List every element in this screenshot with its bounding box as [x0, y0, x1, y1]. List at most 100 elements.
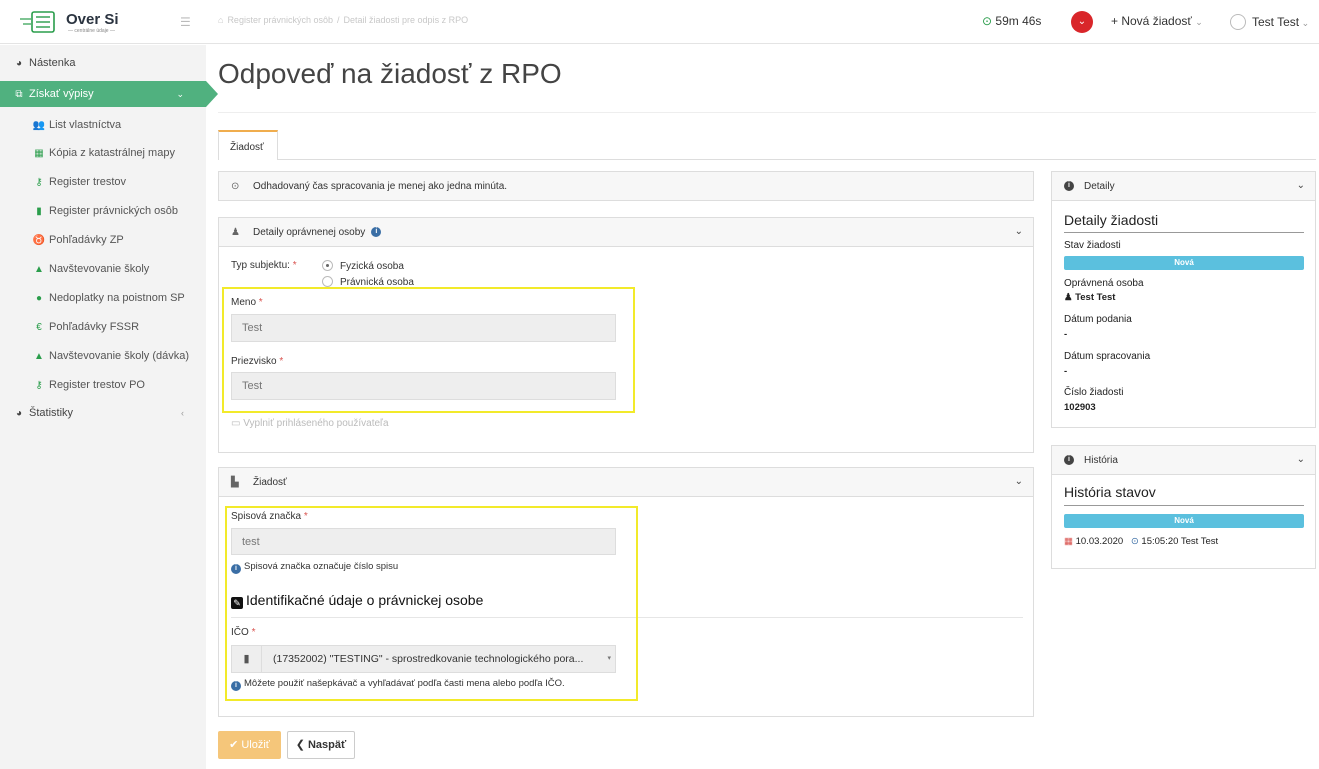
sidebar-item-label: Pohľadávky ZP — [49, 234, 124, 246]
sidebar-item-label: Pohľadávky FSSR — [49, 321, 140, 333]
dashboard-icon: ◕ — [15, 407, 23, 419]
fill-logged-user-link[interactable]: ▭ Vyplniť prihláseného používateľa — [231, 418, 389, 429]
divider — [1064, 232, 1304, 233]
sidebar-item-school-attendance-batch[interactable]: ▲ Navštevovanie školy (dávka) — [0, 343, 206, 369]
panel-title: História — [1084, 454, 1118, 466]
card-icon: ▭ — [231, 418, 241, 429]
user-name: Test Test — [1252, 15, 1300, 29]
new-request-label: + Nová žiadosť — [1111, 14, 1192, 28]
session-timer: ⊙ 59m 46s — [982, 14, 1041, 28]
radio-natural-person[interactable]: Fyzická osoba — [322, 260, 404, 272]
breadcrumb-current: Detail žiadosti pre odpis z RPO — [343, 15, 469, 25]
radio-icon — [322, 260, 333, 271]
sidebar-item-label: Získať výpisy — [29, 88, 94, 100]
breadcrumb-separator: / — [337, 15, 340, 25]
info-icon: i — [1064, 455, 1074, 465]
clock-icon: ⊙ — [231, 180, 240, 192]
person-value: ♟ Test Test — [1064, 292, 1116, 303]
info-icon[interactable]: i — [371, 227, 382, 237]
divider — [218, 112, 1316, 113]
back-button[interactable]: ❮ Naspäť — [287, 731, 355, 759]
sidebar-item-label: Register právnických osôb — [49, 205, 179, 217]
sidebar-item-get-extracts[interactable]: ⧉ Získať výpisy ⌄ — [0, 81, 218, 107]
clock-icon: ⊙ — [1130, 536, 1139, 547]
request-number-label: Číslo žiadosti — [1064, 387, 1124, 398]
processing-time-notice: ⊙ Odhadovaný čas spracovania je menej ak… — [218, 171, 1034, 201]
history-entry: ▦ 10.03.2020 ⊙ 15:05:20 Test Test — [1064, 536, 1219, 547]
sidebar-item-label: Navštevovanie školy (dávka) — [49, 350, 190, 362]
back-arrow-icon: ❮ — [295, 739, 305, 751]
status-badge: Nová — [1064, 256, 1304, 270]
chevron-down-icon[interactable]: ⌄ — [1015, 226, 1023, 237]
radio-legal-person[interactable]: Právnická osoba — [322, 276, 414, 287]
building-icon: ▮ — [36, 205, 42, 217]
brand-name: Over Si — [66, 11, 119, 28]
sidebar-item-label: Štatistiky — [29, 407, 74, 419]
chevron-down-icon: ⌄ — [1077, 16, 1087, 27]
subject-type-label: Typ subjektu: * — [231, 260, 297, 271]
submitted-label: Dátum podania — [1064, 314, 1132, 325]
user-icon: ♟ — [1064, 292, 1073, 303]
chevron-down-icon[interactable]: ⌄ — [1015, 476, 1023, 487]
processed-label: Dátum spracovania — [1064, 351, 1151, 362]
person-icon: ♟ — [231, 226, 240, 238]
users-icon: 👥 — [32, 119, 46, 131]
chevron-down-icon[interactable]: ⌄ — [1297, 454, 1305, 465]
sidebar-item-criminal-record-po[interactable]: ⚷ Register trestov PO — [0, 372, 206, 398]
request-panel-header[interactable]: ▙ Žiadosť ⌄ — [219, 468, 1033, 497]
brand-logo[interactable]: Over Si — centrálne údaje — — [18, 7, 128, 37]
chevron-down-icon: ⌄ — [1195, 17, 1203, 27]
history-panel-header[interactable]: i História ⌄ — [1052, 446, 1315, 475]
tab-request[interactable]: Žiadosť — [218, 130, 278, 160]
breadcrumb-item[interactable]: Register právnických osôb — [227, 15, 333, 25]
details-title: Detaily žiadosti — [1064, 212, 1159, 228]
chevron-down-icon: ⌄ — [1299, 18, 1310, 28]
top-bar: Over Si — centrálne údaje — ☰ ⌂ Register… — [0, 0, 1319, 44]
status-label: Stav žiadosti — [1064, 240, 1121, 251]
graduation-cap-icon: ▲ — [34, 263, 44, 275]
chevron-down-icon[interactable]: ⌄ — [1297, 180, 1305, 191]
chevron-down-icon: ⌄ — [176, 88, 184, 99]
brand-subtitle: — centrálne údaje — — [68, 28, 115, 34]
request-number-value: 102903 — [1064, 402, 1096, 413]
stethoscope-icon: ♉ — [32, 234, 46, 246]
notification-button[interactable]: ⌄ — [1071, 11, 1093, 33]
info-icon: i — [1064, 181, 1074, 191]
logo-icon — [20, 11, 55, 33]
sidebar: ◕ Nástenka ⧉ Získať výpisy ⌄ 👥 List vlastní… — [0, 45, 218, 769]
sidebar-item-legal-entities[interactable]: ▮ Register právnických osôb — [0, 198, 206, 224]
sidebar-item-statistics[interactable]: ◕ Štatistiky ‹ — [0, 400, 206, 426]
breadcrumb: ⌂ Register právnických osôb / Detail žia… — [218, 15, 468, 25]
highlight-box — [225, 506, 638, 701]
tab-divider — [278, 159, 1316, 160]
user-menu[interactable]: Test Test ⌄ — [1230, 14, 1309, 30]
sidebar-item-ownership-sheet[interactable]: 👥 List vlastníctva — [0, 112, 206, 138]
check-icon: ✔ — [229, 739, 239, 751]
sidebar-item-dashboard[interactable]: ◕ Nástenka — [0, 50, 206, 76]
page-title: Odpoveď na žiadosť z RPO — [218, 58, 562, 89]
home-icon[interactable]: ⌂ — [218, 15, 223, 25]
sidebar-item-criminal-record[interactable]: ⚷ Register trestov — [0, 169, 206, 195]
divider — [1064, 505, 1304, 506]
sidebar-item-fssr-claims[interactable]: € Pohľadávky FSSR — [0, 314, 206, 340]
details-panel-header[interactable]: i Detaily ⌄ — [1052, 172, 1315, 201]
panel-title: Detaily — [1084, 180, 1115, 192]
person-label: Oprávnená osoba — [1064, 278, 1144, 289]
sidebar-item-school-attendance[interactable]: ▲ Navštevovanie školy — [0, 256, 206, 282]
sidebar-item-zp-claims[interactable]: ♉ Pohľadávky ZP — [0, 227, 206, 253]
sidebar-item-sp-arrears[interactable]: ● Nedoplatky na poistnom SP — [0, 285, 206, 311]
sidebar-item-cadastral-map[interactable]: ▦ Kópia z katastrálnej mapy — [0, 140, 206, 166]
calendar-icon: ▦ — [1064, 536, 1073, 547]
panel-title: Žiadosť — [253, 476, 287, 488]
map-icon: ▦ — [34, 147, 44, 159]
clock-icon: ⊙ — [982, 14, 993, 28]
menu-toggle-icon[interactable]: ☰ — [180, 15, 191, 29]
person-details-header[interactable]: ♟ Detaily oprávnenej osoby i ⌄ — [219, 218, 1033, 247]
save-button[interactable]: ✔ Uložiť — [218, 731, 281, 759]
new-request-button[interactable]: + Nová žiadosť ⌄ — [1111, 14, 1203, 28]
radio-icon — [322, 276, 333, 287]
sidebar-item-label: Register trestov — [49, 176, 127, 188]
sidebar-item-label: List vlastníctva — [49, 119, 122, 131]
processed-value: - — [1064, 366, 1068, 377]
euro-icon: € — [36, 321, 42, 333]
